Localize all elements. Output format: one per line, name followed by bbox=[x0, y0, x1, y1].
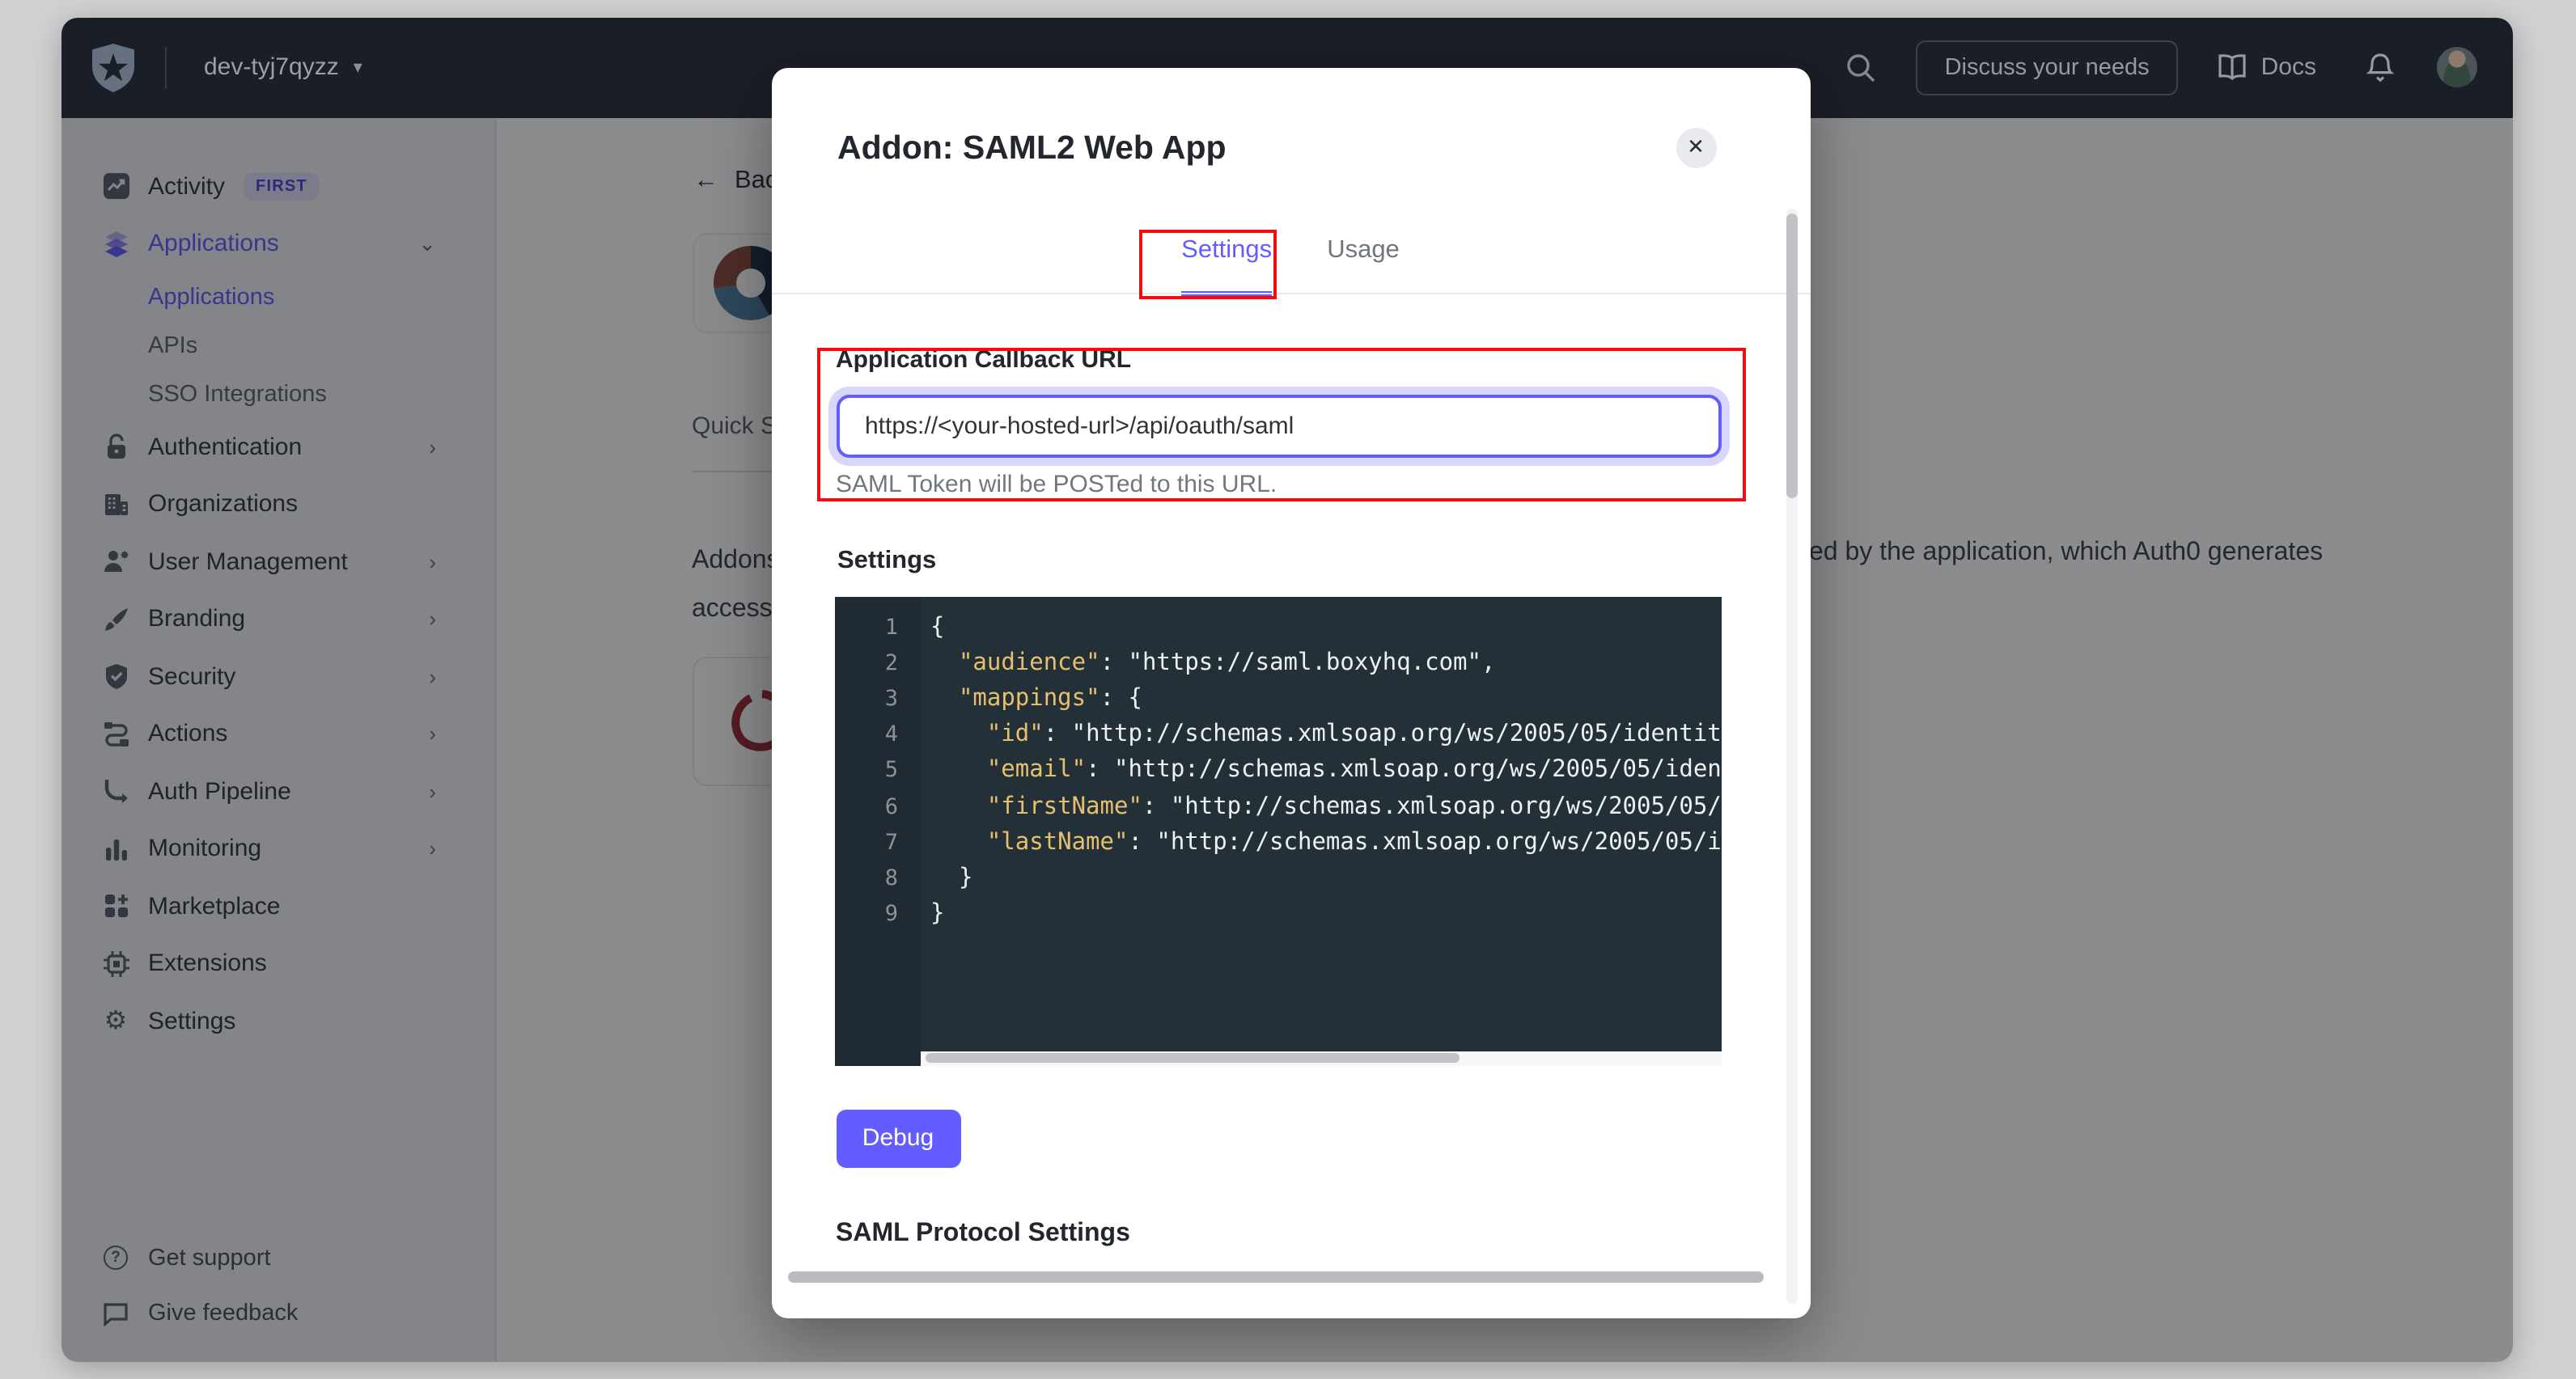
callback-url-input[interactable] bbox=[836, 395, 1722, 457]
auth0-dashboard-window: dev-tyj7qyzz ▾ Discuss your needs bbox=[61, 17, 2512, 1361]
docs-link[interactable]: Docs bbox=[2218, 53, 2316, 81]
tenant-name: dev-tyj7qyzz bbox=[204, 53, 339, 81]
code-line: 9} bbox=[835, 896, 1722, 932]
editor-horizontal-scrollbar[interactable] bbox=[921, 1051, 1722, 1065]
docs-label: Docs bbox=[2261, 53, 2316, 81]
navbar-divider bbox=[165, 46, 167, 88]
tab-settings[interactable]: Settings bbox=[1181, 235, 1272, 295]
user-avatar[interactable] bbox=[2436, 47, 2476, 87]
screenshot-stage: dev-tyj7qyzz ▾ Discuss your needs bbox=[0, 0, 2576, 1379]
close-icon[interactable]: ✕ bbox=[1676, 127, 1716, 167]
chevron-down-icon: ▾ bbox=[354, 57, 362, 78]
code-line: 4 "id": "http://schemas.xmlsoap.org/ws/2… bbox=[835, 717, 1722, 752]
discuss-needs-button[interactable]: Discuss your needs bbox=[1916, 40, 2179, 95]
modal-title: Addon: SAML2 Web App bbox=[837, 129, 1227, 167]
book-icon bbox=[2218, 53, 2248, 81]
addon-saml2-modal: Addon: SAML2 Web App ✕ Settings Usage Ap… bbox=[771, 67, 1810, 1318]
notifications-bell-icon[interactable] bbox=[2365, 51, 2394, 83]
json-code-editor[interactable]: 1{ 2 "audience": "https://saml.boxyhq.co… bbox=[835, 596, 1722, 1065]
code-line: 5 "email": "http://schemas.xmlsoap.org/w… bbox=[835, 753, 1722, 789]
modal-horizontal-scrollbar-thumb[interactable] bbox=[788, 1271, 1764, 1283]
callback-url-helper: SAML Token will be POSTed to this URL. bbox=[836, 470, 1277, 497]
code-line: 1{ bbox=[835, 609, 1722, 645]
auth0-logo-icon[interactable] bbox=[89, 41, 138, 93]
settings-section-label: Settings bbox=[837, 546, 936, 575]
modal-vertical-scrollbar[interactable] bbox=[1786, 208, 1798, 1303]
tenant-switcher[interactable]: dev-tyj7qyzz ▾ bbox=[204, 53, 362, 81]
search-icon[interactable] bbox=[1845, 51, 1877, 83]
callback-url-label: Application Callback URL bbox=[836, 345, 1131, 373]
tab-usage[interactable]: Usage bbox=[1327, 235, 1400, 295]
navbar-right: Discuss your needs Docs bbox=[1845, 17, 2476, 117]
modal-vertical-scrollbar-thumb[interactable] bbox=[1786, 213, 1798, 497]
saml-protocol-settings-heading: SAML Protocol Settings bbox=[836, 1219, 1130, 1248]
debug-button[interactable]: Debug bbox=[836, 1109, 960, 1167]
code-line: 7 "lastName": "http://schemas.xmlsoap.or… bbox=[835, 824, 1722, 860]
tabs-bottom-divider bbox=[771, 293, 1810, 294]
code-line: 2 "audience": "https://saml.boxyhq.com", bbox=[835, 645, 1722, 680]
editor-code: 1{ 2 "audience": "https://saml.boxyhq.co… bbox=[835, 609, 1722, 932]
code-line: 3 "mappings": { bbox=[835, 681, 1722, 717]
code-line: 8 } bbox=[835, 861, 1722, 896]
editor-scrollbar-thumb[interactable] bbox=[926, 1053, 1460, 1063]
code-line: 6 "firstName": "http://schemas.xmlsoap.o… bbox=[835, 789, 1722, 824]
navbar-left: dev-tyj7qyzz ▾ bbox=[61, 41, 362, 93]
modal-tabs: Settings Usage bbox=[771, 235, 1810, 295]
